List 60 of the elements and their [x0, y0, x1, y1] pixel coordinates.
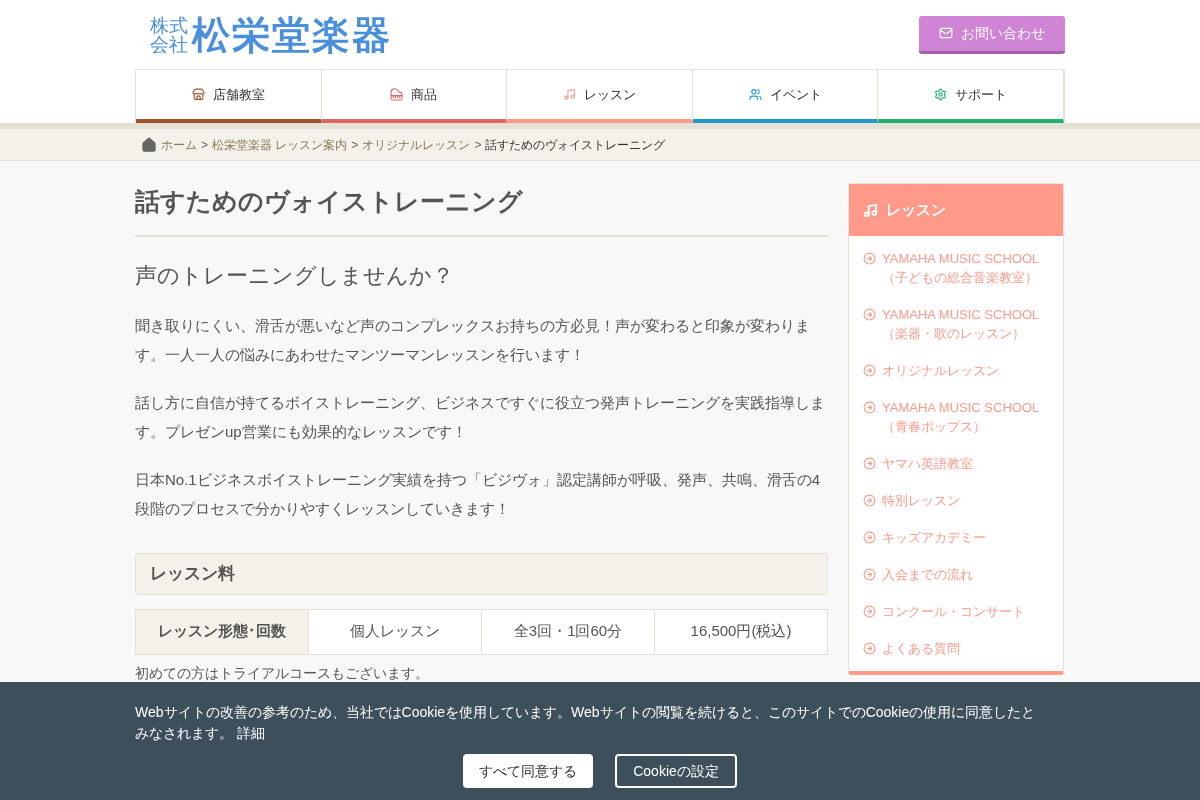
- body-paragraph: 話し方に自信が持てるボイストレーニング、ビジネスですぐに役立つ発声トレーニングを実践指導します。プレゼンup営業にも効果的なレッスンです！: [135, 392, 826, 442]
- contact-button[interactable]: お問い合わせ: [919, 15, 1065, 54]
- settings-icon: [934, 88, 948, 101]
- body-paragraph: 日本No.1ビジネスボイストレーニング実績を持つ「ビジヴォ」認定講師が呼吸、発声、共鳴、滑舌の4段階のプロセスで分かりやすくレッスンしていきます！: [135, 469, 822, 519]
- sidebar-link[interactable]: YAMAHA MUSIC SCHOOL （楽器・歌のレッスン）: [849, 296, 1063, 352]
- sidebar-link[interactable]: ヤマハ英語教室: [849, 445, 1063, 482]
- nav-tab[interactable]: 商品: [321, 70, 508, 123]
- music-note-icon: [563, 88, 576, 101]
- sidebar-title: レッスン: [849, 184, 1063, 236]
- breadcrumb-link[interactable]: ホーム: [161, 135, 197, 154]
- page-title: 話すためのヴォイストレーニング: [135, 183, 828, 237]
- logo-text: 会社: [150, 34, 188, 54]
- table-cell: 全3回・1回60分: [481, 609, 654, 654]
- sidebar-link[interactable]: 入会までの流れ: [849, 556, 1063, 593]
- arrow-circle-icon: [863, 364, 876, 377]
- table-header-cell: レッスン形態･回数: [136, 609, 308, 654]
- nav-tab[interactable]: イベント: [692, 70, 879, 123]
- logo-text: 松栄堂楽器: [192, 15, 392, 54]
- arrow-circle-icon: [863, 568, 876, 581]
- sidebar-link[interactable]: オリジナルレッスン: [849, 352, 1063, 389]
- arrow-circle-icon: [863, 605, 876, 618]
- mail-icon: [939, 26, 953, 40]
- piano-icon: [390, 88, 404, 101]
- breadcrumb-separator: >: [351, 136, 359, 154]
- nav-tab[interactable]: サポート: [878, 70, 1064, 123]
- users-icon: [748, 88, 762, 101]
- nav-tab[interactable]: レッスン: [507, 70, 693, 123]
- arrow-circle-icon: [863, 308, 876, 321]
- arrow-circle-icon: [863, 252, 876, 265]
- sidebar-link[interactable]: YAMAHA MUSIC SCHOOL （青春ポップス）: [849, 389, 1063, 445]
- sidebar-link[interactable]: よくある質問: [849, 630, 1063, 667]
- music-note-icon: [863, 202, 878, 218]
- table-cell: 個人レッスン: [308, 609, 481, 654]
- arrow-circle-icon: [863, 494, 876, 507]
- body-paragraph: 聞き取りにくい、滑舌が悪いなど声のコンプレックスお持ちの方必見！声が変わると印象が変わります。一人一人の悩みにあわせたマンツーマンレッスンを行います！: [135, 315, 811, 365]
- sidebar-link[interactable]: YAMAHA MUSIC SCHOOL （子どもの総合音楽教室）: [849, 240, 1063, 296]
- arrow-circle-icon: [863, 642, 876, 655]
- cookie-message: Webサイトの改善の参考のため、当社ではCookieを使用しています。Webサイトの閲覧を続けると、このサイトでのCookieの使用に同意したとみなされます。 詳細: [135, 703, 1037, 743]
- arrow-circle-icon: [863, 531, 876, 544]
- breadcrumb-current: 話すためのヴォイストレーニング: [485, 136, 666, 154]
- arrow-circle-icon: [863, 401, 876, 414]
- table-cell: 16,500円(税込): [654, 609, 827, 654]
- logo-text: 株式: [150, 15, 188, 35]
- breadcrumb-link[interactable]: オリジナルレッスン: [362, 135, 471, 154]
- breadcrumb-link[interactable]: 松栄堂楽器 レッスン案内: [212, 135, 348, 154]
- nav-tab[interactable]: 店舗教室: [136, 70, 322, 123]
- home-icon: [141, 136, 157, 153]
- note-text: 初めての方はトライアルコースもございます。: [135, 663, 430, 683]
- sidebar-link[interactable]: キッズアカデミー: [849, 519, 1063, 556]
- arrow-circle-icon: [863, 457, 876, 470]
- store-icon: [191, 88, 205, 101]
- breadcrumb-separator: >: [474, 136, 482, 154]
- details-link[interactable]: 詳細: [236, 725, 265, 741]
- accept-all-button[interactable]: すべて同意する: [463, 754, 594, 788]
- cookie-settings-button[interactable]: Cookieの設定: [615, 754, 737, 788]
- sidebar-link[interactable]: コンクール・コンサート: [849, 593, 1063, 630]
- sidebar-link[interactable]: 特別レッスン: [849, 482, 1063, 519]
- section-subtitle: 声のトレーニングしませんか？: [135, 261, 455, 290]
- breadcrumb-separator: >: [201, 136, 208, 154]
- fee-heading: レッスン料: [135, 552, 828, 595]
